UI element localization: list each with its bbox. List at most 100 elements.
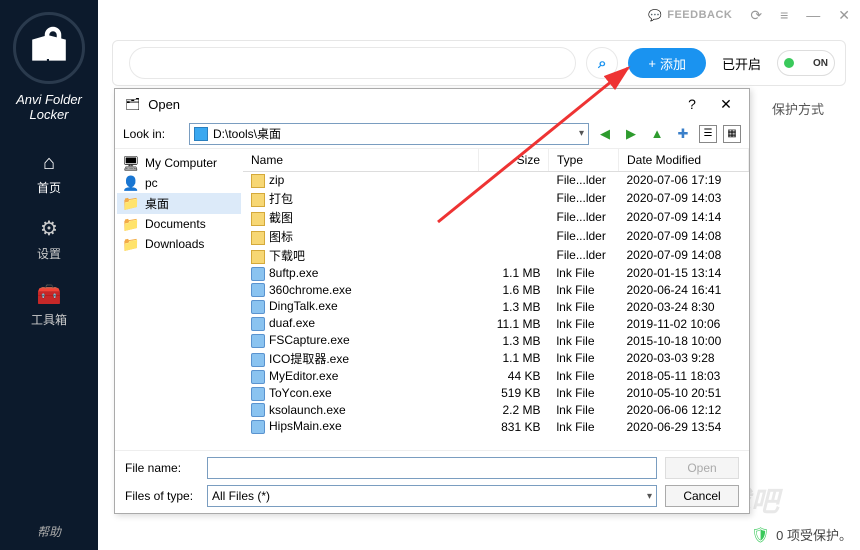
file-icon xyxy=(251,334,265,348)
file-icon xyxy=(251,300,265,314)
lock-icon xyxy=(32,23,74,65)
file-row[interactable]: DingTalk.exe1.3 MBlnk File2020-03-24 8:3… xyxy=(243,298,749,315)
file-date: 2020-07-09 14:03 xyxy=(619,189,749,208)
tree-item[interactable]: 📁Documents xyxy=(117,214,241,234)
file-row[interactable]: ksolaunch.exe2.2 MBlnk File2020-06-06 12… xyxy=(243,402,749,419)
file-row[interactable]: 打包 File...lder2020-07-09 14:03 xyxy=(243,189,749,208)
window-titlebar: 💬 FEEDBACK ⟳ ≡ — ✕ xyxy=(0,0,860,30)
tree-item[interactable]: 📁Downloads xyxy=(117,234,241,254)
menu-icon[interactable]: ≡ xyxy=(780,7,788,23)
close-icon[interactable]: ✕ xyxy=(838,7,850,24)
chevron-down-icon: ▾ xyxy=(647,491,652,502)
filename-input[interactable] xyxy=(207,457,657,479)
back-icon[interactable]: ◀ xyxy=(595,124,615,144)
feedback-link[interactable]: 💬 FEEDBACK xyxy=(648,9,732,22)
drive-icon xyxy=(194,127,208,141)
nav-label: 首页 xyxy=(37,181,61,195)
file-row[interactable]: 图标File...lder2020-07-09 14:08 xyxy=(243,227,749,246)
add-button[interactable]: + 添加 xyxy=(628,48,706,78)
file-row[interactable]: ICO提取器.exe1.1 MBlnk File2020-03-03 9:28 xyxy=(243,349,749,368)
new-folder-icon[interactable]: ✚ xyxy=(673,124,693,144)
nav-toolbox[interactable]: 🧰 工具箱 xyxy=(0,270,98,336)
file-row[interactable]: zipFile...lder2020-07-06 17:19 xyxy=(243,172,749,189)
nav-label: 工具箱 xyxy=(31,313,67,327)
list-view-icon[interactable]: ☰ xyxy=(699,125,717,143)
col-header-size[interactable]: Size xyxy=(479,149,549,172)
file-name: 截图 xyxy=(269,211,293,225)
file-type: File...lder xyxy=(549,189,619,208)
help-link[interactable]: 帮助 xyxy=(0,523,98,540)
file-type: lnk File xyxy=(549,385,619,402)
forward-icon[interactable]: ▶ xyxy=(621,124,641,144)
file-size: 2.2 MB xyxy=(479,402,549,419)
open-button[interactable]: Open xyxy=(665,457,739,479)
filetype-value: All Files (*) xyxy=(212,489,270,503)
file-icon xyxy=(251,283,265,297)
nav-settings[interactable]: ⚙ 设置 xyxy=(0,204,98,270)
minimize-icon[interactable]: — xyxy=(806,7,820,23)
feedback-label: FEEDBACK xyxy=(667,9,732,21)
tree-label: pc xyxy=(145,176,158,190)
file-row[interactable]: 截图File...lder2020-07-09 14:14 xyxy=(243,208,749,227)
lookin-combobox[interactable]: D:\tools\桌面 ▾ xyxy=(189,123,589,145)
file-row[interactable]: duaf.exe11.1 MBlnk File2019-11-02 10:06 xyxy=(243,315,749,332)
file-name: 图标 xyxy=(269,230,293,244)
col-header-date[interactable]: Date Modified xyxy=(619,149,749,172)
nav-home[interactable]: ⌂ 首页 xyxy=(0,140,98,204)
file-date: 2020-07-09 14:08 xyxy=(619,246,749,265)
user-icon: 👤 xyxy=(123,175,139,191)
file-row[interactable]: MyEditor.exe44 KBlnk File2018-05-11 18:0… xyxy=(243,368,749,385)
file-name: ICO提取器.exe xyxy=(269,352,349,366)
status-text: 已开启 xyxy=(722,54,761,73)
file-size: 1.3 MB xyxy=(479,298,549,315)
file-row[interactable]: 下载吧File...lder2020-07-09 14:08 xyxy=(243,246,749,265)
file-size xyxy=(479,172,549,189)
file-name: MyEditor.exe xyxy=(269,369,338,383)
search-input[interactable] xyxy=(129,47,576,79)
file-size: 1.1 MB xyxy=(479,349,549,368)
detail-view-icon[interactable]: ▦ xyxy=(723,125,741,143)
file-icon xyxy=(251,403,265,417)
file-date: 2020-03-03 9:28 xyxy=(619,349,749,368)
tree-label: My Computer xyxy=(145,156,217,170)
file-row[interactable]: ToYcon.exe519 KBlnk File2010-05-10 20:51 xyxy=(243,385,749,402)
file-date: 2020-06-06 12:12 xyxy=(619,402,749,419)
dialog-close-icon[interactable]: ✕ xyxy=(713,96,739,113)
tree-item[interactable]: 🖥My Computer xyxy=(117,153,241,173)
enable-toggle[interactable]: ON xyxy=(777,50,835,76)
dialog-toolbar: Look in: D:\tools\桌面 ▾ ◀ ▶ ▲ ✚ ☰ ▦ xyxy=(115,119,749,149)
col-header-type[interactable]: Type xyxy=(549,149,619,172)
file-name: 打包 xyxy=(269,192,293,206)
help-icon[interactable]: ? xyxy=(679,96,705,112)
file-row[interactable]: 360chrome.exe1.6 MBlnk File2020-06-24 16… xyxy=(243,282,749,299)
file-icon xyxy=(251,370,265,384)
nav-label: 设置 xyxy=(37,247,61,261)
up-icon[interactable]: ▲ xyxy=(647,124,667,144)
folder-icon xyxy=(251,174,265,188)
file-name: DingTalk.exe xyxy=(269,299,338,313)
refresh-icon[interactable]: ⟳ xyxy=(750,7,762,24)
file-icon xyxy=(251,420,265,434)
brand-name: Anvi Folder Locker xyxy=(16,92,82,122)
col-header-name[interactable]: Name xyxy=(243,149,479,172)
sidebar: Anvi Folder Locker ⌂ 首页 ⚙ 设置 🧰 工具箱 帮助 xyxy=(0,0,98,550)
file-name: duaf.exe xyxy=(269,316,315,330)
tree-item[interactable]: 👤 pc xyxy=(117,173,241,193)
search-button[interactable]: ⌕ xyxy=(586,47,618,79)
file-size xyxy=(479,208,549,227)
filetype-label: Files of type: xyxy=(125,489,199,503)
file-size xyxy=(479,227,549,246)
filetype-combobox[interactable]: All Files (*) ▾ xyxy=(207,485,657,507)
lookin-label: Look in: xyxy=(123,127,183,141)
folder-icon xyxy=(251,212,265,226)
tree-label: 桌面 xyxy=(145,195,169,212)
tree-item[interactable]: 📁桌面 xyxy=(117,193,241,214)
file-type: File...lder xyxy=(549,172,619,189)
cancel-button[interactable]: Cancel xyxy=(665,485,739,507)
file-row[interactable]: HipsMain.exe831 KBlnk File2020-06-29 13:… xyxy=(243,418,749,435)
file-row[interactable]: 8uftp.exe1.1 MBlnk File2020-01-15 13:14 xyxy=(243,265,749,282)
file-row[interactable]: FSCapture.exe1.3 MBlnk File2015-10-18 10… xyxy=(243,332,749,349)
toggle-indicator-icon xyxy=(784,58,794,68)
dialog-title: Open xyxy=(148,97,671,112)
file-name: 下载吧 xyxy=(269,249,305,263)
